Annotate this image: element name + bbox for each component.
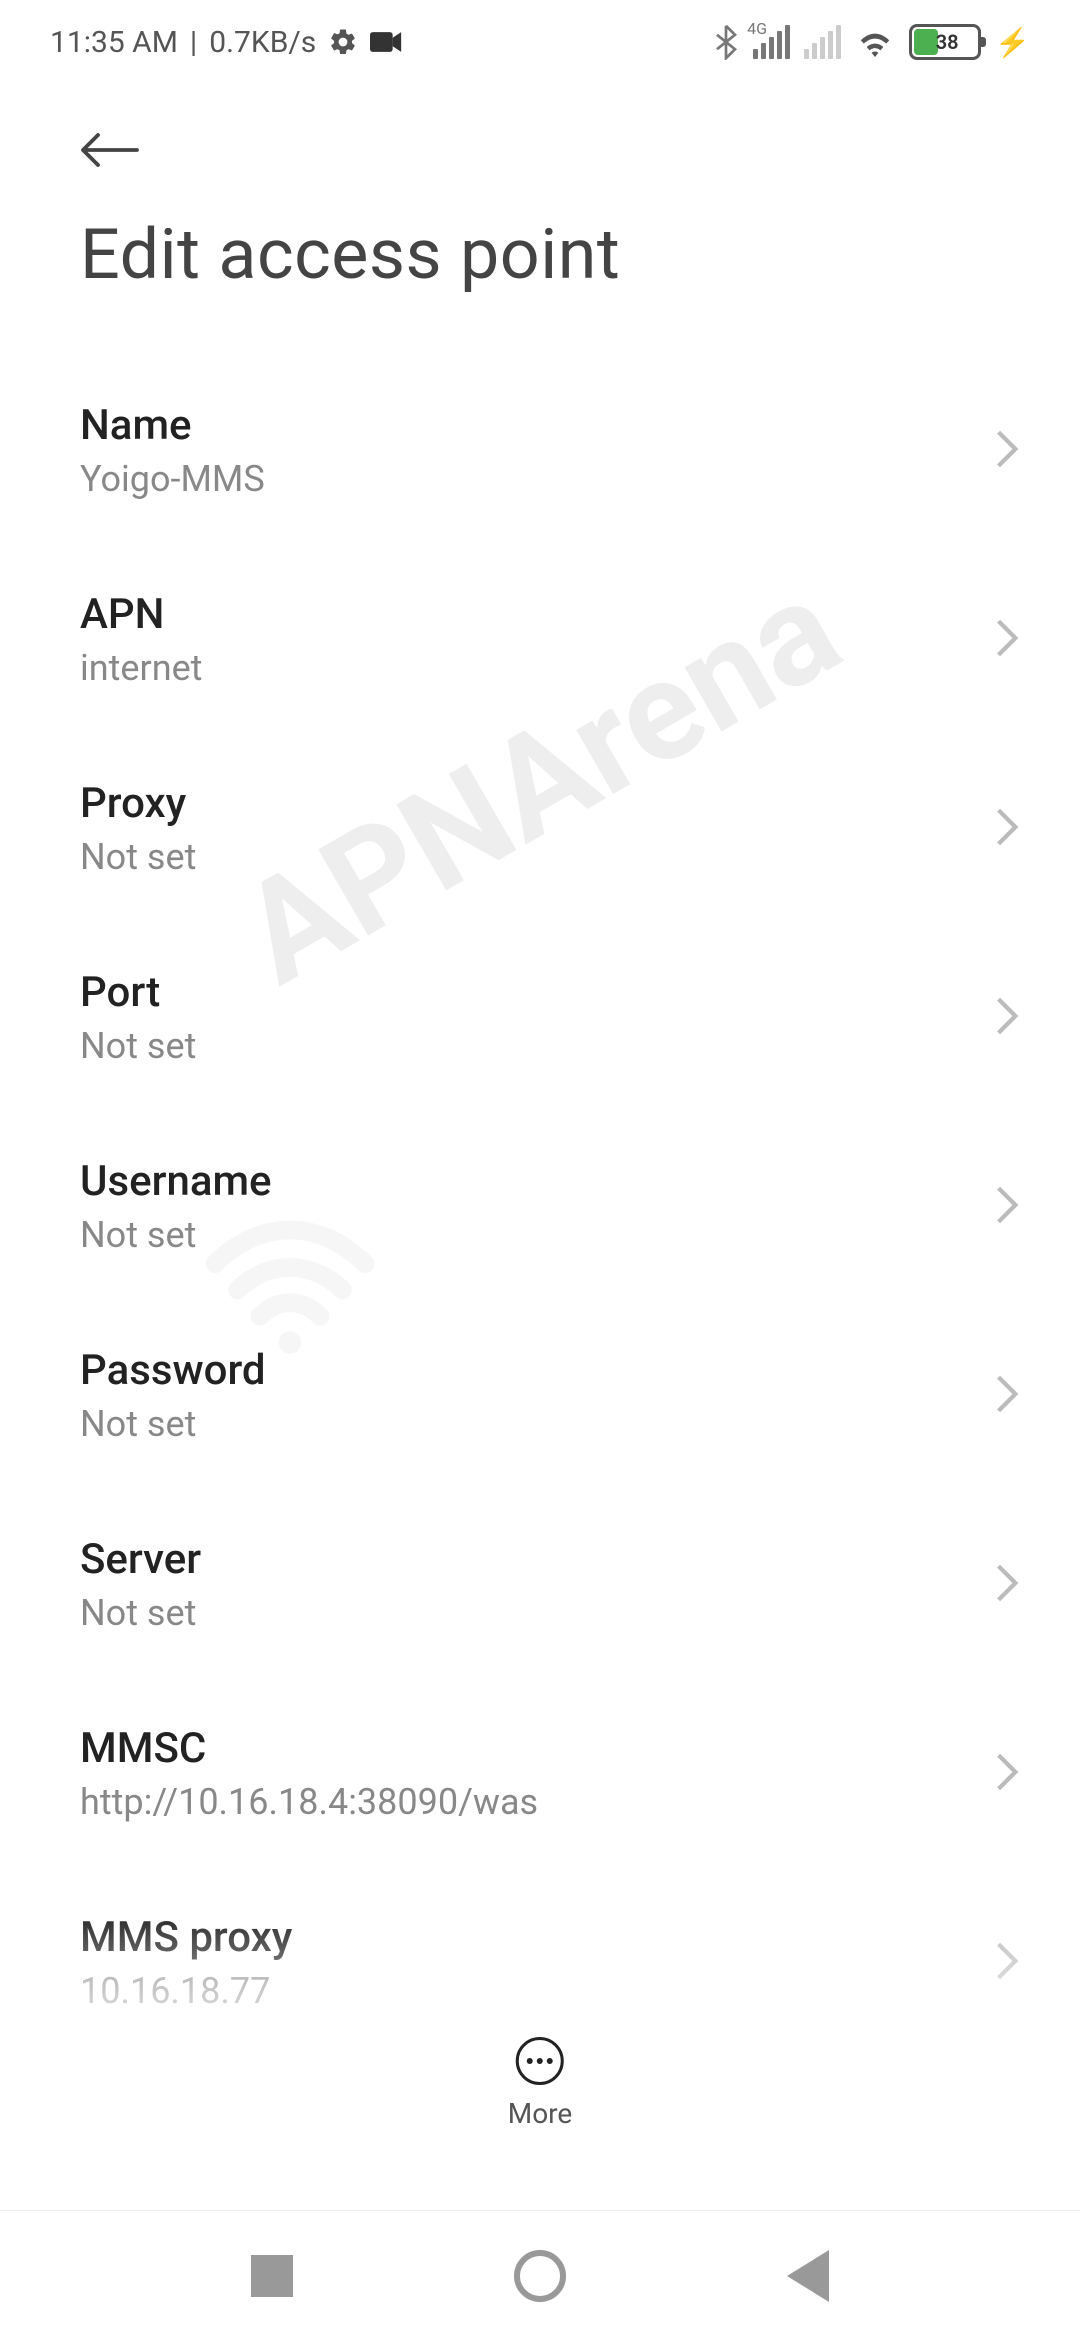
back-button[interactable] bbox=[80, 120, 140, 214]
signal-secondary bbox=[804, 25, 841, 59]
chevron-right-icon bbox=[994, 1940, 1020, 1986]
setting-label: Proxy bbox=[80, 779, 994, 828]
setting-value: Not set bbox=[80, 1025, 994, 1067]
setting-username[interactable]: Username Not set bbox=[0, 1112, 1080, 1301]
setting-mmsc[interactable]: MMSC http://10.16.18.4:38090/was bbox=[0, 1679, 1080, 1868]
setting-value: http://10.16.18.4:38090/was bbox=[80, 1781, 994, 1823]
setting-mms-proxy[interactable]: MMS proxy 10.16.18.77 bbox=[0, 1868, 1080, 2057]
nav-back-button[interactable] bbox=[787, 2250, 829, 2302]
charging-icon: ⚡ bbox=[995, 26, 1030, 59]
setting-value: Yoigo-MMS bbox=[80, 458, 994, 500]
status-bar: 11:35 AM | 0.7KB/s 4G bbox=[0, 0, 1080, 70]
setting-name[interactable]: Name Yoigo-MMS bbox=[0, 356, 1080, 545]
chevron-right-icon bbox=[994, 806, 1020, 852]
battery-icon: 38 bbox=[909, 24, 981, 60]
settings-list: Name Yoigo-MMS APN internet Proxy Not se… bbox=[0, 306, 1080, 2057]
bluetooth-icon bbox=[713, 24, 739, 60]
chevron-right-icon bbox=[994, 428, 1020, 474]
status-time: 11:35 AM bbox=[50, 25, 178, 60]
setting-value: internet bbox=[80, 647, 994, 689]
setting-label: Name bbox=[80, 401, 994, 450]
setting-value: Not set bbox=[80, 1592, 994, 1634]
chevron-right-icon bbox=[994, 1562, 1020, 1608]
setting-password[interactable]: Password Not set bbox=[0, 1301, 1080, 1490]
chevron-right-icon bbox=[994, 617, 1020, 663]
nav-home-button[interactable] bbox=[514, 2250, 566, 2302]
chevron-right-icon bbox=[994, 995, 1020, 1041]
signal-4g: 4G bbox=[753, 25, 790, 59]
setting-label: MMS proxy bbox=[80, 1913, 994, 1962]
setting-label: Username bbox=[80, 1157, 994, 1206]
setting-label: MMSC bbox=[80, 1724, 994, 1773]
setting-value: 10.16.18.77 bbox=[80, 1970, 994, 2012]
battery-percent: 38 bbox=[914, 30, 980, 54]
setting-label: Port bbox=[80, 968, 994, 1017]
camera-icon bbox=[370, 29, 404, 55]
setting-label: Server bbox=[80, 1535, 994, 1584]
more-label: More bbox=[508, 2097, 573, 2130]
setting-port[interactable]: Port Not set bbox=[0, 923, 1080, 1112]
wifi-icon bbox=[855, 26, 895, 58]
setting-label: Password bbox=[80, 1346, 994, 1395]
nav-recent-button[interactable] bbox=[251, 2255, 293, 2297]
gear-icon bbox=[328, 27, 358, 57]
setting-server[interactable]: Server Not set bbox=[0, 1490, 1080, 1679]
chevron-right-icon bbox=[994, 1373, 1020, 1419]
setting-label: APN bbox=[80, 590, 994, 639]
status-speed: 0.7KB/s bbox=[209, 25, 316, 60]
chevron-right-icon bbox=[994, 1751, 1020, 1797]
setting-proxy[interactable]: Proxy Not set bbox=[0, 734, 1080, 923]
setting-apn[interactable]: APN internet bbox=[0, 545, 1080, 734]
setting-value: Not set bbox=[80, 1403, 994, 1445]
chevron-right-icon bbox=[994, 1184, 1020, 1230]
more-button[interactable]: More bbox=[508, 2037, 573, 2130]
header: Edit access point bbox=[0, 70, 1080, 306]
status-right: 4G 38 ⚡ bbox=[713, 24, 1030, 60]
nav-bar bbox=[0, 2210, 1080, 2340]
more-icon bbox=[516, 2037, 564, 2085]
setting-value: Not set bbox=[80, 1214, 994, 1256]
page-title: Edit access point bbox=[80, 214, 1020, 296]
setting-value: Not set bbox=[80, 836, 994, 878]
status-left: 11:35 AM | 0.7KB/s bbox=[50, 25, 404, 60]
status-divider: | bbox=[190, 25, 197, 60]
